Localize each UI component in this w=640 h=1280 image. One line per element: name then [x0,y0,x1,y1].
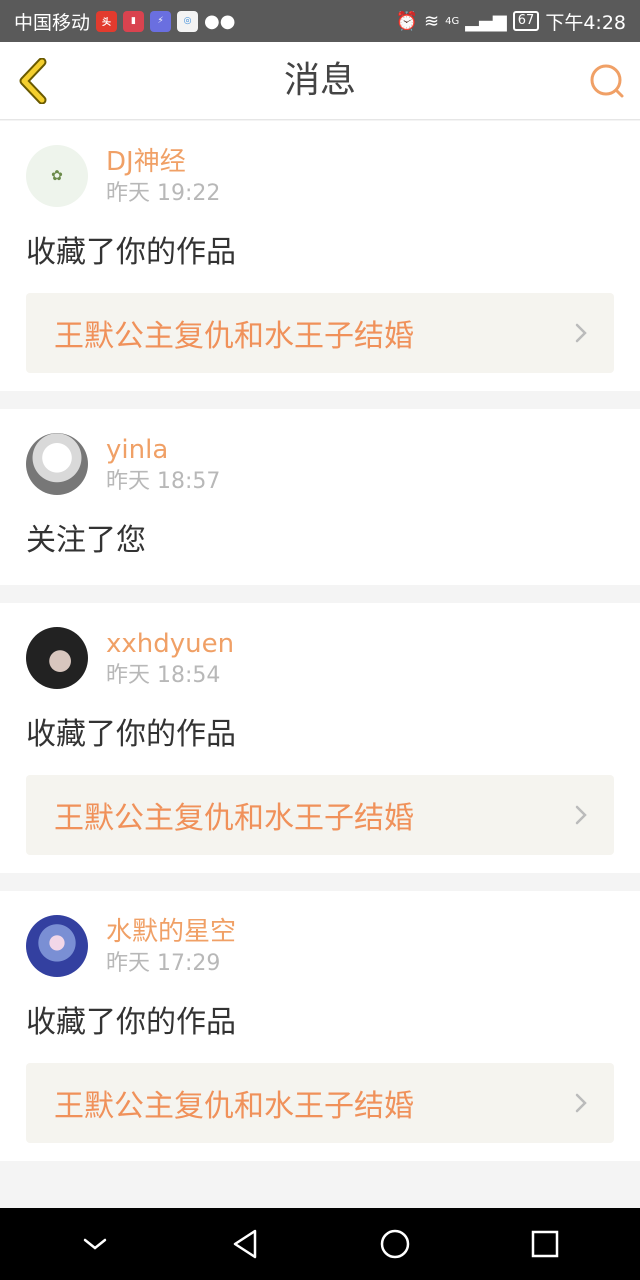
timestamp: 昨天 18:57 [106,469,221,494]
back-nav-button[interactable] [215,1214,275,1274]
status-bar: 中国移动 头 ▮ ⚡ ◎ ●● ⏰ ≋ 4G ▂▄▆ 67 下午4:28 [0,0,640,42]
message-card: 水默的星空 昨天 17:29 收藏了你的作品 王默公主复仇和水王子结婚 [0,891,640,1161]
message-header: xxhdyuen 昨天 18:54 [26,627,614,689]
book-icon: ▮ [123,10,145,32]
search-icon [590,64,624,98]
chevron-right-icon [575,323,587,343]
triangle-back-icon [233,1229,257,1259]
message-header: ✿ DJ神经 昨天 19:22 [26,145,614,207]
recents-nav-button[interactable] [515,1214,575,1274]
work-title: 王默公主复仇和水王子结婚 [54,1089,414,1124]
work-link[interactable]: 王默公主复仇和水王子结婚 [26,775,614,855]
avatar-emblem-icon: ✿ [51,168,63,184]
circle-home-icon [380,1229,410,1259]
action-text: 收藏了你的作品 [26,717,236,752]
avatar[interactable] [26,627,88,689]
timestamp: 昨天 18:54 [106,663,221,688]
user-meta: yinla 昨天 18:57 [106,433,220,497]
action-text: 收藏了你的作品 [26,235,236,270]
avatar[interactable] [26,433,88,495]
chevron-right-icon [575,805,587,825]
user-meta: DJ神经 昨天 19:22 [106,145,220,209]
action-text: 收藏了你的作品 [26,1005,236,1040]
timestamp: 昨天 17:29 [106,951,221,976]
message-card: xxhdyuen 昨天 18:54 收藏了你的作品 王默公主复仇和水王子结婚 [0,603,640,873]
signal-icon: ▂▄▆ [465,10,507,32]
network-label: 4G [445,15,460,27]
home-nav-button[interactable] [365,1214,425,1274]
user-meta: xxhdyuen 昨天 18:54 [106,627,234,691]
avatar[interactable]: ✿ [26,145,88,207]
username[interactable]: 水默的星空 [106,915,236,949]
work-title: 王默公主复仇和水王子结婚 [54,801,414,836]
message-header: yinla 昨天 18:57 [26,433,614,495]
message-card: yinla 昨天 18:57 关注了您 [0,409,640,585]
username[interactable]: yinla [106,433,220,467]
alarm-icon: ⏰ [395,10,419,32]
message-list: ✿ DJ神经 昨天 19:22 收藏了你的作品 王默公主复仇和水王子结婚 yin… [0,121,640,1179]
username[interactable]: DJ神经 [106,145,220,179]
message-card: ✿ DJ神经 昨天 19:22 收藏了你的作品 王默公主复仇和水王子结婚 [0,121,640,391]
toutiao-icon: 头 [96,10,118,32]
clock: 下午4:28 [545,11,626,34]
work-title: 王默公主复仇和水王子结婚 [54,319,414,354]
browser-icon: ◎ [177,10,199,32]
message-header: 水默的星空 昨天 17:29 [26,915,614,977]
square-recents-icon [531,1230,559,1258]
avatar[interactable] [26,915,88,977]
work-link[interactable]: 王默公主复仇和水王子结婚 [26,293,614,373]
hide-nav-button[interactable] [65,1214,125,1274]
user-meta: 水默的星空 昨天 17:29 [106,915,236,979]
wechat-icon: ●● [204,10,236,32]
work-link[interactable]: 王默公主复仇和水王子结婚 [26,1063,614,1143]
status-left: 中国移动 头 ▮ ⚡ ◎ ●● [14,8,235,35]
battery-icon: 67 [512,11,540,31]
search-button[interactable] [588,62,626,100]
chevron-down-icon [83,1238,107,1250]
flash-icon: ⚡ [150,10,172,32]
username[interactable]: xxhdyuen [106,627,234,661]
page-title: 消息 [283,60,356,101]
system-nav-bar [0,1208,640,1280]
status-right: ⏰ ≋ 4G ▂▄▆ 67 下午4:28 [396,8,626,35]
chevron-right-icon [575,1093,587,1113]
timestamp: 昨天 19:22 [106,181,221,206]
wifi-icon: ≋ [424,10,440,32]
action-text: 关注了您 [26,523,146,558]
carrier-label: 中国移动 [14,11,91,34]
header: 消息 [0,42,640,120]
